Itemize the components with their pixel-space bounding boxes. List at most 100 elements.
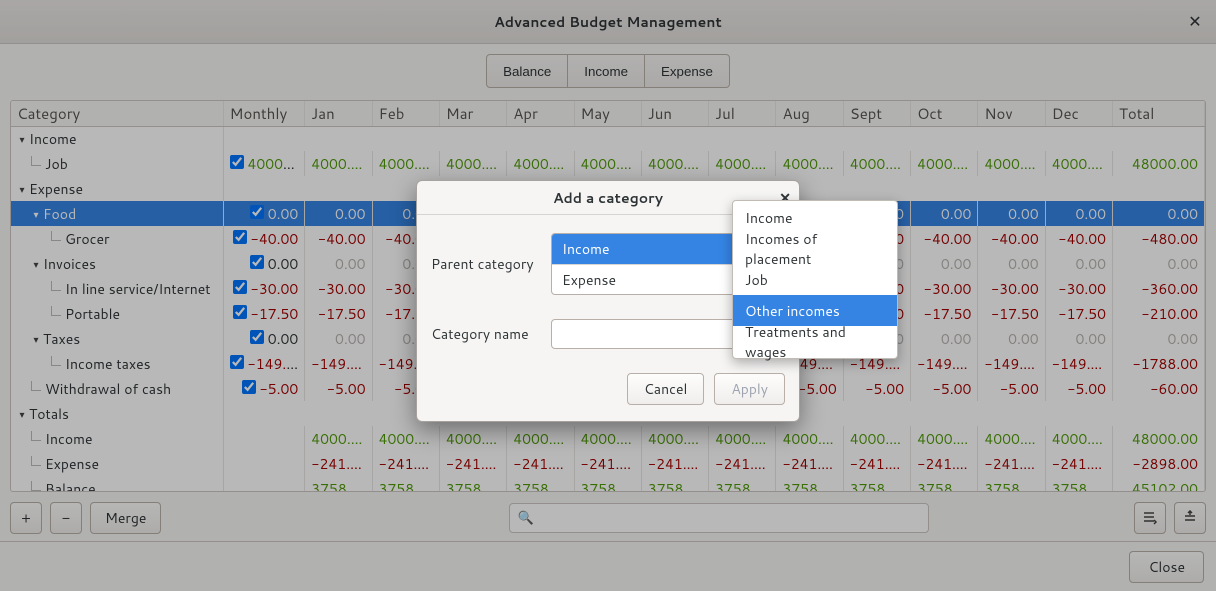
- col-jan[interactable]: Jan: [305, 101, 372, 126]
- cell-label: Portable: [65, 304, 120, 324]
- cell-label: Expense: [29, 179, 83, 199]
- add-button[interactable]: +: [10, 502, 42, 534]
- cell-label: Job: [45, 154, 68, 174]
- row-job[interactable]: Job 4000.00 4000.004000.004000.004000.00…: [11, 151, 1205, 176]
- monthly-check[interactable]: [242, 380, 256, 394]
- monthly-value: -149.00: [248, 354, 305, 374]
- monthly-check[interactable]: [233, 230, 247, 244]
- total-value: 48000.00: [1113, 151, 1205, 176]
- submenu-item-treatments-and-wages[interactable]: Treatments and wages: [733, 326, 897, 357]
- income-submenu: Income Incomes of placement Job Other in…: [732, 200, 898, 359]
- submenu-item-incomes-of-placement[interactable]: Incomes of placement: [733, 233, 897, 264]
- monthly-check[interactable]: [250, 330, 264, 344]
- cell-label: Income: [29, 129, 77, 149]
- monthly-value: -30.00: [251, 279, 299, 299]
- col-sep[interactable]: Sept: [843, 101, 910, 126]
- submenu-item-job[interactable]: Job: [733, 264, 897, 295]
- tab-expense[interactable]: Expense: [645, 54, 730, 88]
- apply-button[interactable]: Apply: [714, 373, 785, 405]
- close-button[interactable]: Close: [1129, 551, 1204, 583]
- total-value: 48000.00: [1113, 426, 1205, 451]
- expander-icon[interactable]: ▾: [17, 183, 27, 197]
- cell-label: Income taxes: [65, 354, 151, 374]
- tab-income[interactable]: Income: [568, 54, 645, 88]
- total-value: -1788.00: [1113, 351, 1205, 376]
- footer: Close: [0, 541, 1216, 591]
- cell-label: Grocer: [65, 229, 109, 249]
- total-value: -480.00: [1113, 226, 1205, 251]
- tree-branch-icon: [51, 281, 61, 291]
- col-mar[interactable]: Mar: [439, 101, 506, 126]
- cell-label: Withdrawal of cash: [45, 379, 171, 399]
- total-value: -210.00: [1113, 301, 1205, 326]
- row-income-group[interactable]: ▾Income: [11, 126, 1205, 151]
- col-feb[interactable]: Feb: [372, 101, 439, 126]
- cell-label: Taxes: [43, 329, 80, 349]
- monthly-value: 0.00: [268, 204, 299, 224]
- monthly-check[interactable]: [233, 280, 247, 294]
- minus-icon: −: [62, 508, 70, 528]
- col-dec[interactable]: Dec: [1045, 101, 1112, 126]
- col-jun[interactable]: Jun: [641, 101, 708, 126]
- monthly-value: -17.50: [251, 304, 299, 324]
- monthly-check[interactable]: [250, 255, 264, 269]
- monthly-check[interactable]: [230, 155, 244, 169]
- plus-icon: +: [21, 508, 31, 528]
- merge-button[interactable]: Merge: [90, 502, 161, 534]
- tree-branch-icon: [31, 381, 41, 391]
- row-total-balance[interactable]: Balance 3758.503758.503758.503758.503758…: [11, 476, 1205, 492]
- col-category[interactable]: Category: [11, 101, 223, 126]
- row-total-expense[interactable]: Expense -241.50-241.50-241.50-241.50-241…: [11, 451, 1205, 476]
- window-title: Advanced Budget Management: [494, 12, 722, 32]
- total-value: 0.00: [1113, 251, 1205, 276]
- search-field-wrap: 🔍: [509, 503, 929, 533]
- remove-button[interactable]: −: [50, 502, 82, 534]
- monthly-value: -40.00: [251, 229, 299, 249]
- expand-all-icon: [1142, 510, 1158, 526]
- cell-label: Expense: [45, 454, 99, 474]
- tree-branch-icon: [51, 356, 61, 366]
- col-total[interactable]: Total: [1113, 101, 1205, 126]
- monthly-value: -5.00: [259, 379, 298, 399]
- collapse-all-button[interactable]: [1174, 502, 1206, 534]
- monthly-value: 0.00: [268, 254, 299, 274]
- expander-icon[interactable]: ▾: [31, 258, 41, 272]
- col-may[interactable]: May: [574, 101, 641, 126]
- tree-branch-icon: [51, 306, 61, 316]
- col-oct[interactable]: Oct: [911, 101, 978, 126]
- expander-icon[interactable]: ▾: [17, 133, 27, 147]
- tree-branch-icon: [31, 456, 41, 466]
- col-aug[interactable]: Aug: [776, 101, 843, 126]
- cell-label: Food: [43, 204, 76, 224]
- monthly-check[interactable]: [230, 355, 244, 369]
- window-close-button[interactable]: ✕: [1184, 11, 1206, 33]
- dialog-title: Add a category: [553, 188, 663, 208]
- row-total-income[interactable]: Income 4000.004000.004000.004000.004000.…: [11, 426, 1205, 451]
- col-monthly[interactable]: Monthly: [223, 101, 305, 126]
- monthly-check[interactable]: [250, 205, 264, 219]
- col-jul[interactable]: Jul: [709, 101, 776, 126]
- col-apr[interactable]: Apr: [507, 101, 574, 126]
- expander-icon[interactable]: ▾: [31, 208, 41, 222]
- col-nov[interactable]: Nov: [978, 101, 1045, 126]
- total-value: 45102.00: [1113, 476, 1205, 492]
- expander-icon[interactable]: ▾: [31, 333, 41, 347]
- tree-branch-icon: [51, 231, 61, 241]
- expand-all-button[interactable]: [1134, 502, 1166, 534]
- monthly-check[interactable]: [233, 305, 247, 319]
- expander-icon[interactable]: ▾: [17, 408, 27, 422]
- cell-label: Totals: [29, 404, 69, 424]
- collapse-all-icon: [1182, 510, 1198, 526]
- total-value: -2898.00: [1113, 451, 1205, 476]
- parent-category-label: Parent category: [431, 254, 551, 274]
- cancel-button[interactable]: Cancel: [627, 373, 705, 405]
- cell-label: Income: [45, 429, 93, 449]
- monthly-value: 4000.00: [248, 154, 305, 174]
- table-header-row: Category Monthly Jan Feb Mar Apr May Jun…: [11, 101, 1205, 126]
- cell-label: Balance: [45, 479, 96, 493]
- search-input[interactable]: [509, 503, 929, 533]
- total-value: 0.00: [1113, 326, 1205, 351]
- tab-balance[interactable]: Balance: [486, 54, 568, 88]
- total-value: 0.00: [1113, 201, 1205, 226]
- tree-branch-icon: [31, 481, 41, 491]
